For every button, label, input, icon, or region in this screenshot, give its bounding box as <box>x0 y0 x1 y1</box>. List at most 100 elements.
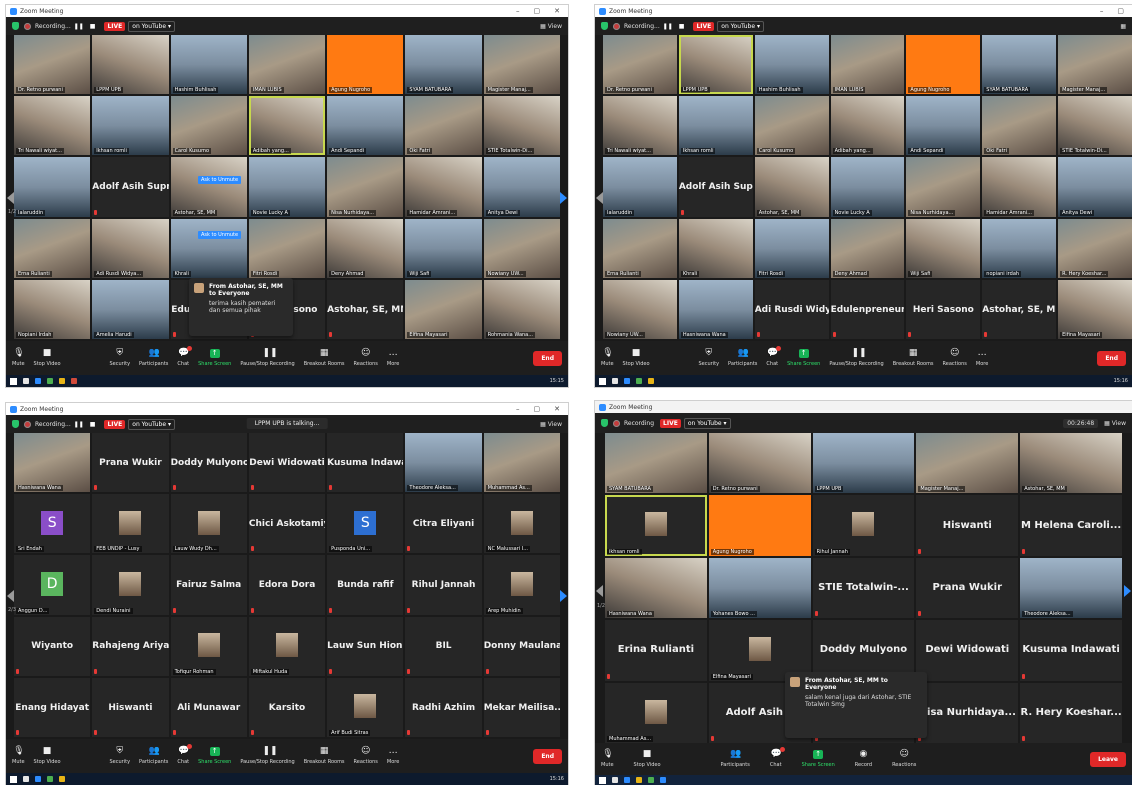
mute-button[interactable]: 🎙 Mute <box>12 747 25 766</box>
participant-tile[interactable]: Hashim Buhlisah <box>170 35 247 95</box>
prev-page-icon[interactable] <box>7 192 14 204</box>
windows-start-icon[interactable] <box>10 775 17 783</box>
participant-tile[interactable]: STIE Totalwin-Di... <box>483 96 560 156</box>
participant-tile[interactable]: Wiyanto <box>14 616 91 676</box>
leave-button[interactable]: Leave <box>1090 751 1126 767</box>
participant-tile[interactable]: Amelia Harudi <box>92 279 169 339</box>
participant-tile[interactable]: Tofiqur Rohman <box>170 616 247 676</box>
stop-icon[interactable]: ■ <box>90 23 96 30</box>
participant-tile[interactable]: Fitri Rosdi <box>754 218 829 278</box>
participant-tile[interactable]: Erina Rulianti <box>605 620 707 681</box>
participant-tile[interactable]: Agung Nugroho <box>708 495 811 556</box>
participant-tile[interactable]: Prana Wukir <box>92 433 169 493</box>
participants-button[interactable]: 👥 Participants <box>139 349 168 368</box>
participant-tile[interactable]: R. Hery Koeshar... <box>1058 218 1132 278</box>
participant-tile[interactable]: Theodore Aleksa... <box>405 433 482 493</box>
participant-tile[interactable]: Dr. Retno purwani <box>603 35 677 95</box>
view-button[interactable]: ▦ View <box>1104 420 1132 427</box>
app-icon[interactable] <box>47 378 53 384</box>
participant-tile[interactable]: Novie Lucky A <box>830 157 905 217</box>
participant-tile[interactable]: Arif Budi Sitras <box>327 677 404 737</box>
youtube-dropdown[interactable]: on YouTube ▾ <box>683 417 731 429</box>
share-screen-button[interactable]: ↑ Share Screen <box>198 747 231 765</box>
participant-tile[interactable]: SYAM BATUBARA <box>982 35 1057 95</box>
participant-tile[interactable]: Dewi Widowati <box>916 620 1019 681</box>
participant-tile[interactable]: Hashim Buhlisah <box>754 35 829 95</box>
participant-tile[interactable]: Oki Fatri <box>405 96 482 156</box>
participant-tile[interactable]: Nisa Nurhidaya... <box>916 682 1019 743</box>
stop-video-button[interactable]: ■ Stop Video <box>34 349 61 368</box>
chat-button[interactable]: 💬 Chat <box>177 744 193 765</box>
participant-tile[interactable]: S Pusponda Uni... <box>327 494 404 554</box>
pause-recording-button[interactable]: ❚❚ Pause/Stop Recording <box>829 349 883 368</box>
participant-tile[interactable]: Heri Sasono <box>906 279 981 339</box>
youtube-dropdown[interactable]: on YouTube ▾ <box>128 20 175 32</box>
participant-tile[interactable]: Kusuma Indawati <box>1020 620 1122 681</box>
security-button[interactable]: ⛨ Security <box>699 349 720 368</box>
breakout-rooms-button[interactable]: ▦ Breakout Rooms <box>304 349 345 368</box>
participant-tile[interactable]: ikhsan romli <box>605 495 707 556</box>
maximize-icon[interactable]: ▢ <box>534 405 541 413</box>
participant-tile[interactable]: Elfina Mayasari <box>1058 279 1132 339</box>
next-page-icon[interactable] <box>560 192 567 204</box>
participant-tile[interactable]: Anitya Dewi <box>1058 157 1132 217</box>
participant-tile[interactable]: Donny Maulana <box>483 616 560 676</box>
participant-tile[interactable]: Muhammad As... <box>483 433 560 493</box>
minimize-icon[interactable]: – <box>516 7 520 15</box>
chat-button[interactable]: 💬 Chat <box>766 346 782 367</box>
participant-tile[interactable]: Dewi Widowati <box>248 433 326 493</box>
live-badge[interactable]: LIVE <box>693 21 715 31</box>
windows-start-icon[interactable] <box>599 776 606 784</box>
more-button[interactable]: … More <box>976 349 988 368</box>
view-button[interactable]: ▦ <box>1120 23 1132 30</box>
participant-tile[interactable]: Edulenpreneur <box>830 279 905 339</box>
more-button[interactable]: … More <box>387 349 399 368</box>
participant-tile[interactable]: R. Hery Koeshar... <box>1020 682 1122 743</box>
minimize-icon[interactable]: – <box>1100 7 1104 15</box>
breakout-rooms-button[interactable]: ▦ Breakout Rooms <box>893 349 934 368</box>
share-screen-button[interactable]: ↑ Share Screen <box>198 349 231 367</box>
participant-tile[interactable]: BIL <box>405 616 482 676</box>
participant-tile[interactable]: Doddy Mulyono <box>170 433 247 493</box>
participant-tile[interactable]: Agung Nugroho <box>327 35 404 95</box>
minimize-icon[interactable]: – <box>516 405 520 413</box>
participant-tile[interactable]: FEB UNDIP - Lusy <box>92 494 169 554</box>
maximize-icon[interactable]: ▢ <box>534 7 541 15</box>
participant-tile[interactable]: Fitri Rosdi <box>248 218 326 278</box>
participant-tile[interactable]: Adolf Asih Supr... <box>678 157 753 217</box>
participant-tile[interactable]: SYAM BATUBARA <box>405 35 482 95</box>
participant-tile[interactable]: Muhammad As... <box>605 682 707 743</box>
prev-page-icon[interactable] <box>7 590 14 602</box>
participant-tile[interactable]: Prana Wukir <box>916 557 1019 619</box>
participant-tile[interactable]: Erna Rulianti <box>14 218 91 278</box>
participant-tile[interactable]: Ikhsan romli <box>92 96 169 156</box>
security-button[interactable]: ⛨ Security <box>110 349 131 368</box>
security-button[interactable]: ⛨ Security <box>110 747 131 766</box>
participant-tile[interactable]: M Helena Caroli... <box>1020 495 1122 556</box>
participant-tile[interactable]: Hasniwana Wana <box>605 557 707 619</box>
participant-tile[interactable]: Chici Askotamiya <box>248 494 326 554</box>
participant-tile[interactable]: Nopiani Irdah <box>14 279 91 339</box>
participant-tile[interactable]: Magister Manaj... <box>483 35 560 95</box>
participants-button[interactable]: 👥 Participants <box>721 750 750 769</box>
participant-tile[interactable]: D Anggun D... <box>14 555 91 615</box>
breakout-rooms-button[interactable]: ▦ Breakout Rooms <box>304 747 345 766</box>
shield-icon[interactable] <box>601 22 608 30</box>
participant-tile[interactable]: Kusuma Indawati <box>327 433 404 493</box>
participant-tile[interactable]: Lauw Sun Hion... <box>327 616 404 676</box>
participant-tile[interactable]: Astohar, SE, MM <box>327 279 404 339</box>
chat-notification[interactable]: From Astohar, SE, MM to Everyone terima … <box>189 278 293 336</box>
participant-tile[interactable]: Arep Muhidin <box>483 555 560 615</box>
participant-tile[interactable]: Hasniwana Wana <box>678 279 753 339</box>
participant-tile[interactable]: Adolf Asih Supr... <box>92 157 169 217</box>
participant-tile[interactable]: Anitya Dewi <box>483 157 560 217</box>
participant-tile[interactable]: Adibah yang... <box>248 96 326 156</box>
maximize-icon[interactable]: ▢ <box>1117 7 1124 15</box>
participant-tile[interactable]: Fairuz Salma <box>170 555 247 615</box>
participant-tile[interactable]: Nowiany UW... <box>603 279 677 339</box>
shield-icon[interactable] <box>12 22 19 30</box>
participant-tile[interactable]: LPPM UPB <box>678 35 753 95</box>
app-icon[interactable] <box>71 378 77 384</box>
stop-video-button[interactable]: ■ Stop Video <box>634 750 661 769</box>
participant-tile[interactable]: Ialaruddin <box>14 157 91 217</box>
